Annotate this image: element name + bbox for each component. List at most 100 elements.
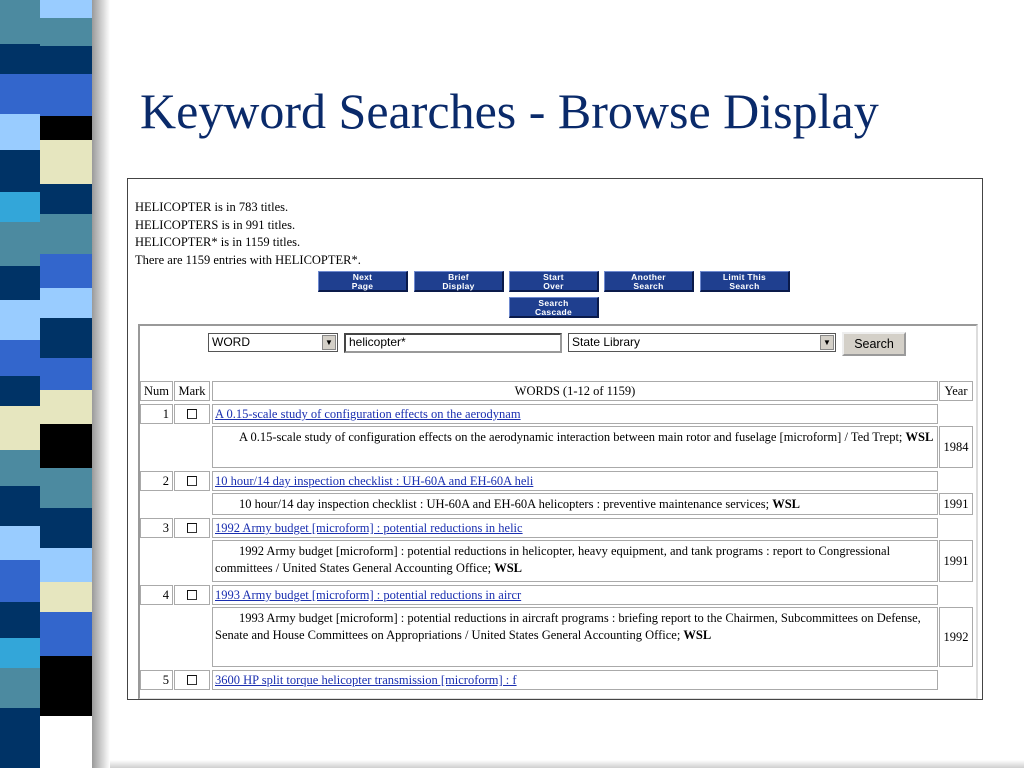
description-text: A 0.15-scale study of configuration effe…	[239, 430, 903, 444]
strip-block	[0, 486, 40, 526]
mark-cell	[174, 585, 210, 605]
strip-block	[40, 318, 92, 358]
mark-checkbox[interactable]	[187, 523, 197, 533]
strip-block	[0, 450, 40, 486]
strip-block	[40, 424, 92, 468]
search-cascade-button[interactable]: Search Cascade	[509, 297, 599, 318]
header-words: WORDS (1-12 of 1159)	[212, 381, 938, 401]
strip-block	[0, 526, 40, 560]
catalog-screenshot: HELICOPTER is in 783 titles. HELICOPTERS…	[127, 178, 983, 700]
strip-block	[40, 612, 92, 656]
search-input[interactable]: helicopter*	[344, 333, 562, 353]
strip-block	[0, 114, 40, 150]
dropdown-arrow-icon[interactable]: ▼	[322, 335, 336, 350]
strip-block	[0, 708, 40, 768]
search-button[interactable]: Search	[842, 332, 906, 356]
title-link[interactable]: 1992 Army budget [microform] : potential…	[212, 518, 938, 538]
strip-block	[40, 18, 92, 46]
strip-block	[0, 74, 40, 114]
header-mark: Mark	[174, 381, 210, 401]
strip-block	[0, 602, 40, 638]
mark-checkbox[interactable]	[187, 409, 197, 419]
summary-line: HELICOPTER* is in 1159 titles.	[135, 235, 301, 249]
row-number: 4	[140, 585, 173, 605]
strip-block	[40, 184, 92, 214]
scope-value: State Library	[572, 335, 641, 349]
start-over-button[interactable]: Start Over	[509, 271, 599, 292]
header-num: Num	[140, 381, 173, 401]
year-cell: 1991	[939, 540, 973, 582]
mark-checkbox[interactable]	[187, 590, 197, 600]
field-type-select[interactable]: WORD ▼	[208, 333, 338, 352]
mark-cell	[174, 518, 210, 538]
strip-block	[40, 508, 92, 548]
title-link[interactable]: A 0.15-scale study of configuration effe…	[212, 404, 938, 424]
strip-block	[0, 44, 40, 74]
record-description: 10 hour/14 day inspection checklist : UH…	[212, 493, 938, 515]
description-text: 1993 Army budget [microform] : potential…	[215, 611, 921, 642]
year-cell: 1992	[939, 607, 973, 667]
strip-block	[40, 656, 92, 716]
record-description: 1993 Army budget [microform] : potential…	[212, 607, 938, 667]
strip-block	[40, 254, 92, 288]
strip-block	[40, 582, 92, 612]
limit-search-button[interactable]: Limit This Search	[700, 271, 790, 292]
search-input-value: helicopter*	[349, 335, 406, 349]
year-cell: 1984	[939, 426, 973, 468]
button-label: Search	[633, 281, 664, 291]
strip-shadow	[92, 0, 110, 768]
strip-block	[0, 560, 40, 602]
mark-cell	[174, 404, 210, 424]
location-code: WSL	[905, 430, 934, 444]
record-description: 1992 Army budget [microform] : potential…	[212, 540, 938, 582]
record-description: A 0.15-scale study of configuration effe…	[212, 426, 938, 468]
summary-line: HELICOPTERS is in 991 titles.	[135, 217, 296, 232]
strip-block	[0, 222, 40, 266]
description-text: 10 hour/14 day inspection checklist : UH…	[239, 497, 770, 511]
button-label: Over	[543, 281, 564, 291]
strip-block	[0, 150, 40, 192]
dropdown-arrow-icon[interactable]: ▼	[820, 335, 834, 350]
strip-block	[40, 358, 92, 390]
button-label: Display	[442, 281, 475, 291]
strip-block	[40, 390, 92, 424]
year-cell: 1991	[939, 493, 973, 515]
button-label: Page	[351, 281, 374, 291]
search-summary: HELICOPTER is in 783 titles. HELICOPTERS…	[135, 199, 361, 269]
strip-block	[40, 46, 92, 74]
strip-block	[40, 0, 92, 18]
location-code: WSL	[683, 628, 712, 642]
location-code: WSL	[494, 561, 523, 575]
button-label: Search	[729, 281, 760, 291]
scope-select[interactable]: State Library ▼	[568, 333, 836, 352]
row-number: 2	[140, 471, 173, 491]
mark-cell	[174, 670, 210, 690]
strip-block	[40, 548, 92, 582]
strip-block	[0, 668, 40, 708]
button-label: Cascade	[534, 307, 573, 317]
strip-block	[40, 288, 92, 318]
slide-title: Keyword Searches - Browse Display	[140, 83, 879, 139]
mark-checkbox[interactable]	[187, 675, 197, 685]
strip-block	[0, 0, 40, 44]
title-link[interactable]: 10 hour/14 day inspection checklist : UH…	[212, 471, 938, 491]
title-link[interactable]: 3600 HP split torque helicopter transmis…	[212, 670, 938, 690]
strip-block	[40, 214, 92, 254]
strip-block	[0, 340, 40, 376]
strip-block	[40, 116, 92, 140]
header-year: Year	[939, 381, 973, 401]
mark-checkbox[interactable]	[187, 476, 197, 486]
summary-line: HELICOPTER is in 783 titles.	[135, 200, 289, 214]
next-page-button[interactable]: Next Page	[318, 271, 408, 292]
strip-block	[40, 140, 92, 184]
title-link[interactable]: 1993 Army budget [microform] : potential…	[212, 585, 938, 605]
strip-block	[40, 74, 92, 116]
row-number: 5	[140, 670, 173, 690]
summary-line: There are 1159 entries with HELICOPTER*.	[135, 252, 361, 267]
brief-display-button[interactable]: Brief Display	[414, 271, 504, 292]
strip-block	[0, 300, 40, 340]
another-search-button[interactable]: Another Search	[604, 271, 694, 292]
strip-block	[0, 376, 40, 406]
strip-block	[0, 266, 40, 300]
strip-block	[40, 468, 92, 508]
